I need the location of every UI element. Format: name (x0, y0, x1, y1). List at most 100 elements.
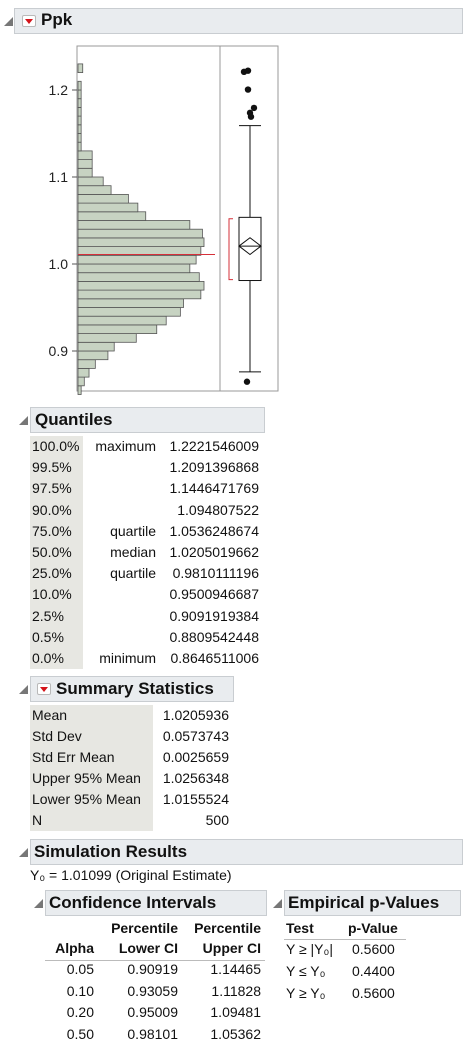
quantiles-title: Quantiles (35, 410, 113, 429)
histogram-bar (77, 280, 205, 291)
summary-red-triangle-menu-icon[interactable] (37, 683, 51, 695)
simulation-disclosure-icon[interactable] (19, 848, 28, 857)
summary-label: Upper 95% Mean (32, 770, 141, 786)
outlier-point (244, 67, 252, 74)
quantile-value: 0.8809542448 (169, 628, 259, 645)
pvalues-title: Empirical p-Values (288, 893, 440, 912)
histogram-bar (77, 289, 202, 300)
histogram-bar (77, 376, 85, 387)
y-tick-label: 1.2 (49, 82, 69, 98)
quantiles-disclosure-icon[interactable] (19, 416, 28, 425)
ppk-red-triangle-menu-icon[interactable] (22, 15, 36, 27)
histogram-bar (77, 150, 93, 161)
quantile-label: median (110, 544, 156, 560)
histogram-bar (77, 228, 203, 239)
histogram-bar (77, 385, 82, 395)
histogram-bar (77, 133, 82, 143)
quantile-label (80, 627, 156, 648)
ppk-title: Ppk (41, 10, 73, 29)
confidence-title: Confidence Intervals (49, 893, 217, 912)
quantile-pct: 0.5% (32, 628, 64, 645)
quantile-pct: 99.5% (32, 459, 72, 476)
histogram-bar (77, 185, 112, 195)
quantile-pct: 2.5% (32, 607, 64, 624)
quantile-value: 1.2091396868 (169, 459, 259, 476)
histogram-bar (77, 167, 93, 178)
summary-value: 1.0155524 (162, 791, 229, 807)
quantile-value: 1.094807522 (177, 501, 259, 518)
ppk-distribution-chart: 1.2 1.1 1.0 0.9 (49, 45, 279, 395)
histogram-bar (77, 220, 191, 230)
summary-value: 500 (205, 812, 229, 828)
summary-disclosure-icon[interactable] (19, 685, 28, 694)
histogram-bar (77, 193, 129, 204)
summary-label: Std Err Mean (32, 749, 115, 765)
histogram-bar (77, 254, 197, 265)
ci-col-alpha: Alpha (55, 940, 94, 956)
quantile-pct: 50.0% (32, 544, 72, 560)
quantile-label (80, 584, 156, 605)
quantile-value: 0.8646511006 (170, 650, 260, 666)
quantile-pct: 75.0% (32, 522, 72, 539)
quantile-pct: 97.5% (32, 480, 72, 497)
ci-upper: 1.14465 (210, 961, 261, 977)
quantile-value: 0.9810111196 (172, 565, 259, 582)
ci-col-upper-bottom: Upper CI (202, 940, 261, 956)
ci-lower: 0.93059 (127, 982, 178, 999)
summary-value: 1.0205936 (162, 707, 229, 723)
pv-value: 0.5600 (352, 941, 395, 957)
quantile-value: 0.9091919384 (169, 607, 259, 624)
ci-alpha: 0.10 (66, 982, 94, 999)
ci-upper: 1.11828 (211, 982, 261, 999)
ci-col-lower-top: Percentile (111, 920, 178, 936)
histogram-bar (77, 324, 158, 334)
summary-label: Lower 95% Mean (32, 791, 141, 807)
histogram-bar (77, 341, 115, 352)
pv-value: 0.5600 (352, 985, 395, 1001)
summary-value: 1.0256348 (162, 770, 229, 786)
histogram-bar (77, 350, 109, 361)
histogram-bar (77, 333, 137, 343)
histogram-bar (77, 141, 82, 152)
outlier-point (250, 104, 258, 112)
histogram-bar (77, 263, 191, 274)
simulation-title: Simulation Results (34, 842, 188, 861)
pv-test: Y ≥ |Y₀| (286, 941, 333, 957)
histogram-bar (77, 159, 93, 169)
ppk-header (14, 8, 463, 34)
summary-label: Mean (32, 707, 68, 723)
confidence-disclosure-icon[interactable] (34, 899, 43, 908)
pvalues-disclosure-icon[interactable] (273, 899, 282, 908)
quantile-pct: 25.0% (32, 565, 72, 582)
quantile-pct: 100.0% (32, 438, 80, 454)
summary-label: Std Dev (32, 728, 82, 744)
quantile-label: maximum (95, 438, 156, 454)
ci-col-upper-top: Percentile (194, 920, 261, 936)
histogram-bar (77, 202, 139, 213)
histogram-bar (77, 98, 82, 108)
histogram-bar (77, 80, 82, 91)
histogram-bar (77, 237, 205, 247)
quantile-label (80, 500, 156, 521)
ci-lower: 0.98101 (127, 1025, 178, 1042)
ci-alpha: 0.50 (66, 1025, 94, 1042)
outlier-point (246, 109, 254, 117)
histogram-bar (77, 124, 82, 134)
quantile-value: 1.0536248674 (169, 522, 259, 539)
ppk-disclosure-icon[interactable] (4, 17, 13, 26)
summary-label: N (32, 812, 43, 828)
histogram-bar (77, 367, 90, 378)
quantile-label (80, 478, 156, 499)
ci-lower: 0.90919 (127, 961, 178, 977)
ci-alpha: 0.05 (66, 961, 94, 977)
histogram-bar (77, 115, 82, 126)
y-tick-label: 1.0 (49, 256, 69, 272)
quantile-value: 1.0205019662 (169, 544, 259, 560)
quantile-label: quartile (110, 565, 156, 582)
quantile-value: 1.2221546009 (169, 438, 259, 454)
original-estimate-note: Y₀ = 1.01099 (Original Estimate) (30, 867, 232, 883)
pv-test: Y ≤ Y₀ (286, 963, 326, 979)
quantile-value: 1.1446471769 (169, 480, 259, 497)
quantile-label: quartile (110, 522, 156, 539)
outlier-point (244, 86, 252, 93)
